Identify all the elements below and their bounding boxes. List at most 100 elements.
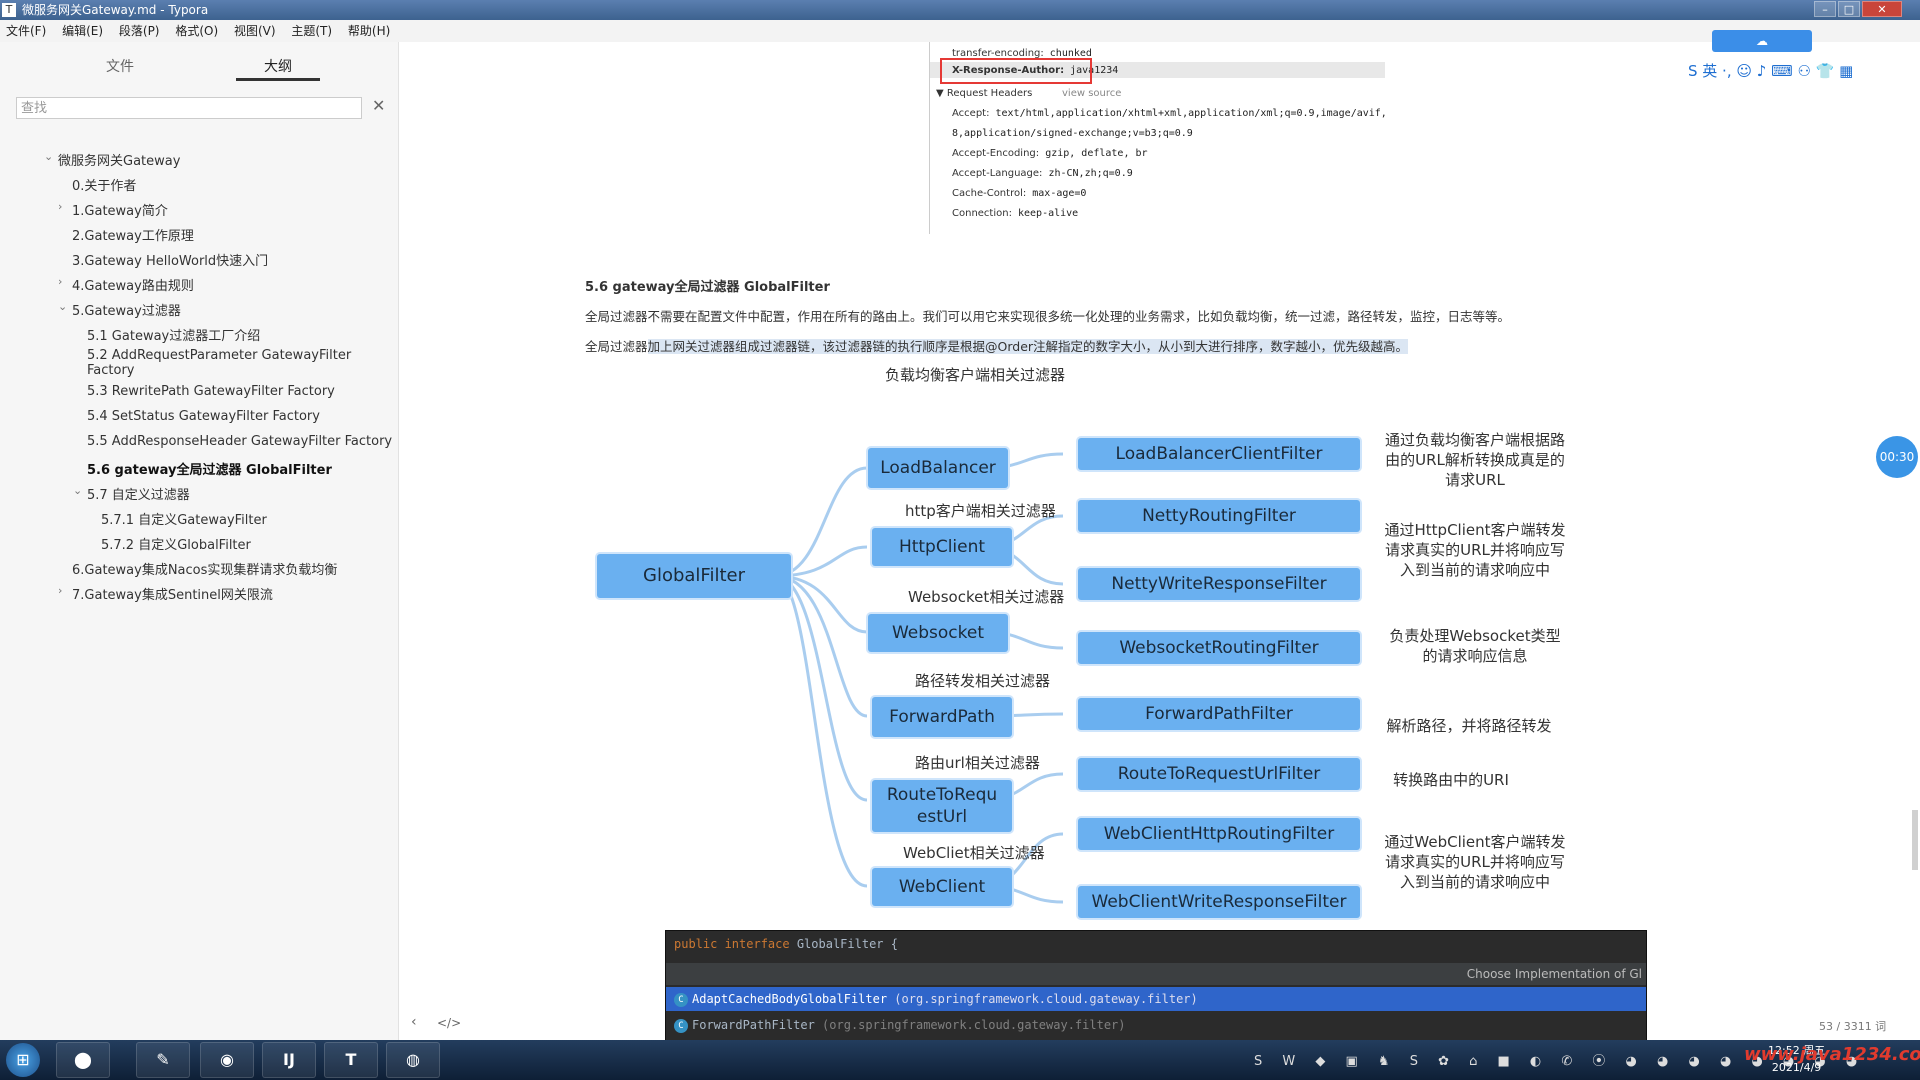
chrome-icon[interactable]: ◉: [200, 1042, 254, 1078]
tab-files[interactable]: 文件: [80, 56, 160, 76]
outline-item[interactable]: 5.7.1 自定义GatewayFilter: [101, 509, 267, 528]
category-label: WebCliet相关过滤器: [903, 844, 1045, 862]
window-title: 微服务网关Gateway.md - Typora: [22, 3, 209, 17]
typora-icon[interactable]: T: [324, 1042, 378, 1078]
menu-file[interactable]: 文件(F): [6, 20, 46, 42]
header-row: 8,application/signed-exchange;v=b3;q=0.9: [952, 128, 1193, 139]
header-row: Accept-Language: zh-CN,zh;q=0.9: [952, 168, 1133, 179]
section-heading: 5.6 gateway全局过滤器 GlobalFilter: [585, 280, 830, 295]
chevron-right-icon[interactable]: ›: [58, 275, 62, 288]
filter-node: NettyWriteResponseFilter: [1078, 568, 1360, 600]
paragraph: 全局过滤器不需要在配置文件中配置，作用在所有的路由上。我们可以用它来实现很多统一…: [585, 309, 1511, 324]
filter-description: 负责处理Websocket类型 的请求响应信息: [1389, 627, 1561, 665]
active-tab-indicator: [236, 78, 320, 81]
class-icon: C: [674, 1018, 688, 1033]
outline-item[interactable]: ⌄ 5.7 自定义过滤器: [73, 484, 190, 503]
minimize-button[interactable]: –: [1814, 1, 1836, 17]
maximize-button[interactable]: □: [1838, 1, 1860, 17]
filter-category-node: ForwardPath: [872, 697, 1012, 737]
editor-area: transfer-encoding: chunked X-Response-Au…: [399, 42, 1920, 1042]
word-count[interactable]: 53 / 3311 词: [1819, 1018, 1886, 1034]
menu-help[interactable]: 帮助(H): [348, 20, 390, 42]
tab-outline[interactable]: 大纲: [236, 56, 320, 76]
taskbar-app[interactable]: ✎: [136, 1042, 190, 1078]
outline-item[interactable]: 5.1 Gateway过滤器工厂介绍: [87, 325, 260, 344]
source-code-mode-button[interactable]: </>: [437, 1016, 461, 1030]
outline-item[interactable]: ⌄ 微服务网关Gateway: [44, 150, 180, 169]
global-filter-diagram: GlobalFilter 负载均衡客户端相关过滤器 LoadBalancer h…: [585, 366, 1915, 932]
implementation-item[interactable]: C ForwardPathFilter (org.springframework.…: [666, 1013, 1646, 1037]
chevron-down-icon[interactable]: ⌄: [73, 484, 82, 497]
close-button[interactable]: ✕: [1862, 1, 1902, 17]
cloud-sync-button[interactable]: ☁: [1712, 30, 1812, 52]
typora-app-icon: T: [2, 3, 16, 17]
filter-category-node: LoadBalancer: [868, 448, 1008, 488]
taskbar: ⊞ ⬤ ✎ ◉ IJ T ◍ S W ◆ ▣ ♞ S ✿ ⌂ ■ ◐ ✆ ⦿ ◕…: [0, 1040, 1920, 1080]
outline-item[interactable]: 5.7.2 自定义GlobalFilter: [101, 534, 251, 553]
menu-format[interactable]: 格式(O): [175, 20, 218, 42]
scrollbar-thumb[interactable]: [1912, 810, 1918, 870]
close-icon[interactable]: ✕: [372, 96, 385, 115]
outline-item[interactable]: 5.3 RewritePath GatewayFilter Factory: [87, 384, 335, 399]
sidebar: 文件 大纲 查找 ✕ ⌄ 微服务网关Gateway 0.关于作者 › 1.Gatew…: [0, 42, 399, 1040]
outline-item[interactable]: 2.Gateway工作原理: [72, 225, 194, 244]
outline-item[interactable]: 6.Gateway集成Nacos实现集群请求负载均衡: [72, 559, 337, 578]
start-button[interactable]: ⊞: [6, 1043, 40, 1077]
paragraph: 全局过滤器加上网关过滤器组成过滤器链，该过滤器链的执行顺序是根据@Order注解…: [585, 339, 1409, 354]
filter-category-node: RouteToRequ estUrl: [872, 780, 1012, 832]
highlight-box: [940, 58, 1092, 84]
globalfilter-root-node: GlobalFilter: [597, 554, 791, 598]
filter-description: 转换路由中的URI: [1393, 771, 1509, 789]
filter-category-node: HttpClient: [872, 528, 1012, 566]
class-icon: C: [674, 992, 688, 1007]
menu-theme[interactable]: 主题(T): [291, 20, 332, 42]
category-label: 负载均衡客户端相关过滤器: [885, 366, 1066, 384]
outline-item[interactable]: › 7.Gateway集成Sentinel网关限流: [58, 584, 273, 603]
title-bar: T 微服务网关Gateway.md - Typora – □ ✕: [0, 0, 1920, 20]
chevron-down-icon[interactable]: ⌄: [58, 300, 67, 313]
outline-item[interactable]: › 4.Gateway路由规则: [58, 275, 194, 294]
filter-description: 通过负载均衡客户端根据路 由的URL解析转换成真是的 请求URL: [1384, 431, 1565, 489]
category-label: Websocket相关过滤器: [908, 588, 1065, 606]
menu-paragraph[interactable]: 段落(P): [119, 20, 160, 42]
filter-node: ForwardPathFilter: [1078, 698, 1360, 730]
outline-item[interactable]: ⌄ 5.Gateway过滤器: [58, 300, 181, 319]
timer-widget[interactable]: 00:30: [1876, 436, 1918, 478]
taskbar-app[interactable]: ◍: [386, 1042, 440, 1078]
outline-item[interactable]: 3.Gateway HelloWorld快速入门: [72, 250, 268, 269]
ime-toolbar[interactable]: S 英 ·, ☺ ♪ ⌨ ⚇ 👕 ▦: [1688, 60, 1918, 88]
outline-item[interactable]: 5.2 AddRequestParameter GatewayFilter Fac…: [87, 348, 351, 378]
watermark: www.java1234.com: [1744, 1044, 1920, 1065]
chevron-down-icon[interactable]: ⌄: [44, 150, 53, 163]
implementation-item-selected[interactable]: C AdaptCachedBodyGlobalFilter (org.spring…: [666, 987, 1646, 1011]
filter-node: NettyRoutingFilter: [1078, 500, 1360, 532]
ide-code-screenshot: public interface GlobalFilter { Choose I…: [665, 930, 1647, 1042]
outline-item[interactable]: › 1.Gateway简介: [58, 200, 168, 219]
filter-description: 解析路径，并将路径转发: [1386, 717, 1552, 735]
filter-node: WebsocketRoutingFilter: [1078, 632, 1360, 664]
outline-item[interactable]: 5.4 SetStatus GatewayFilter Factory: [87, 409, 320, 424]
outline-item[interactable]: 0.关于作者: [72, 175, 136, 194]
outline-item-active[interactable]: 5.6 gateway全局过滤器 GlobalFilter: [87, 459, 332, 478]
filter-node: WebClientHttpRoutingFilter: [1078, 818, 1360, 850]
filter-node: RouteToRequestUrlFilter: [1078, 758, 1360, 790]
text-selection: 加上网关过滤器组成过滤器链，该过滤器链的执行顺序是根据@Order注解指定的数字…: [647, 339, 1409, 354]
header-row: Accept: text/html,application/xhtml+xml,…: [952, 108, 1387, 119]
outline-item[interactable]: 5.5 AddResponseHeader GatewayFilter Fact…: [87, 434, 392, 449]
code-line: public interface GlobalFilter {: [674, 937, 898, 951]
chevron-right-icon[interactable]: ›: [58, 200, 62, 213]
sidebar-toggle-button[interactable]: ‹: [411, 1014, 417, 1030]
taskbar-app[interactable]: ⬤: [56, 1042, 110, 1078]
category-label: 路径转发相关过滤器: [915, 672, 1051, 690]
devtools-screenshot: transfer-encoding: chunked X-Response-Au…: [929, 42, 1387, 234]
intellij-icon[interactable]: IJ: [262, 1042, 316, 1078]
menu-edit[interactable]: 编辑(E): [62, 20, 103, 42]
request-headers-section: ▼ Request Headers: [936, 88, 1033, 99]
outline-search-input[interactable]: 查找: [16, 97, 362, 119]
chevron-right-icon[interactable]: ›: [58, 584, 62, 597]
header-row: Cache-Control: max-age=0: [952, 188, 1087, 199]
menu-view[interactable]: 视图(V): [234, 20, 276, 42]
filter-node: WebClientWriteResponseFilter: [1078, 886, 1360, 918]
category-label: 路由url相关过滤器: [915, 754, 1040, 772]
header-row: Accept-Encoding: gzip, deflate, br: [952, 148, 1148, 159]
